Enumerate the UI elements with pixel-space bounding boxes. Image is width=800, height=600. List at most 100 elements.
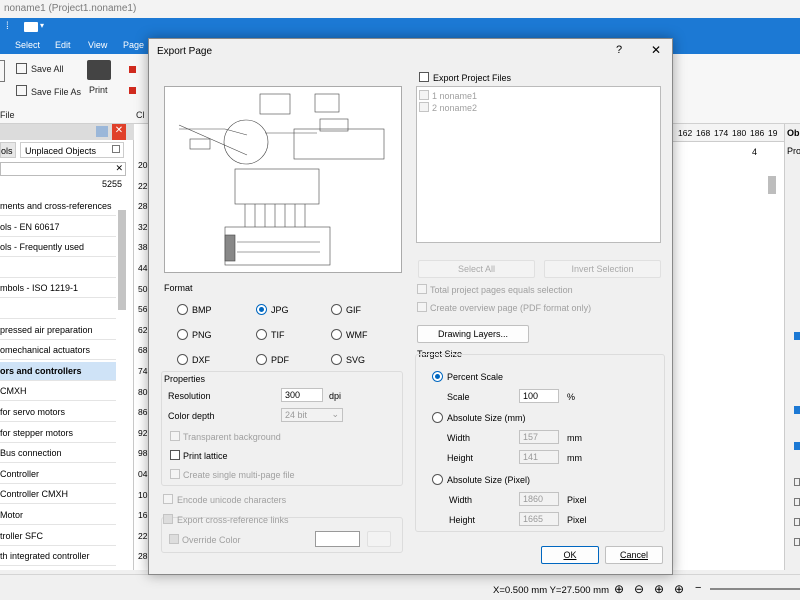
- checkbox[interactable]: [794, 518, 800, 526]
- red-square-icon[interactable]: [129, 66, 136, 73]
- format-radio-wmf[interactable]: [331, 329, 342, 340]
- resolution-input[interactable]: 300: [281, 388, 323, 402]
- list-item[interactable]: for servo motors: [0, 403, 116, 422]
- list-item[interactable]: Motor: [0, 506, 116, 525]
- height-px-input[interactable]: 1665: [519, 512, 559, 526]
- checkbox-checked[interactable]: [794, 442, 800, 450]
- print-lattice-checkbox[interactable]: [170, 450, 180, 460]
- save-file-as-button[interactable]: Save File As: [31, 87, 81, 97]
- checkbox[interactable]: [794, 478, 800, 486]
- overview-page-checkbox[interactable]: [417, 302, 427, 312]
- list-item[interactable]: Bus connection: [0, 444, 116, 464]
- help-button[interactable]: ?: [616, 44, 622, 56]
- list-item[interactable]: for stepper motors: [0, 424, 116, 443]
- document-icon[interactable]: [24, 22, 38, 32]
- object-panel-properties[interactable]: Pro: [787, 146, 800, 156]
- tab-unplaced-objects[interactable]: Unplaced Objects: [20, 142, 124, 158]
- ok-button[interactable]: OK: [541, 546, 599, 564]
- format-label-jpg: JPG: [271, 305, 289, 315]
- width-px-unit: Pixel: [567, 495, 587, 505]
- list-item[interactable]: mbols - ISO 1219-1: [0, 279, 116, 299]
- select-all-button[interactable]: Select All: [418, 260, 535, 278]
- print-button[interactable]: Print: [89, 85, 108, 95]
- zoom-out-icon[interactable]: ⊖: [634, 582, 644, 596]
- ruler-number: 20: [138, 160, 148, 170]
- search-input[interactable]: ✕: [0, 162, 126, 176]
- list-item[interactable]: pressed air preparation: [0, 321, 116, 340]
- zoom-in-icon[interactable]: ⊕: [614, 582, 624, 596]
- export-project-files-checkbox[interactable]: [419, 72, 429, 82]
- height-mm-input[interactable]: 141: [519, 450, 559, 464]
- list-item[interactable]: ols - EN 60617: [0, 218, 116, 237]
- format-radio-gif[interactable]: [331, 304, 342, 315]
- list-item[interactable]: Controller: [0, 465, 116, 484]
- list-item[interactable]: ors and controllers: [0, 361, 116, 381]
- close-icon[interactable]: ✕: [112, 124, 126, 140]
- encode-unicode-checkbox[interactable]: [163, 494, 173, 504]
- format-radio-jpg[interactable]: [256, 304, 267, 315]
- checkbox[interactable]: [794, 538, 800, 546]
- width-px-input[interactable]: 1860: [519, 492, 559, 506]
- project-file-item[interactable]: 1 noname1: [432, 91, 477, 101]
- override-color-picker-button[interactable]: [367, 531, 391, 547]
- menu-page[interactable]: Page: [123, 40, 144, 50]
- project-file-checkbox[interactable]: [419, 90, 429, 100]
- menu-edit[interactable]: Edit: [55, 40, 71, 50]
- list-item[interactable]: troller SFC: [0, 527, 116, 546]
- printer-icon[interactable]: [87, 60, 111, 80]
- clear-search-icon[interactable]: ✕: [115, 163, 123, 174]
- object-panel-tab[interactable]: Ob: [787, 128, 800, 138]
- width-mm-input[interactable]: 157: [519, 430, 559, 444]
- list-item[interactable]: ments and cross-references: [0, 197, 116, 216]
- scrollbar-thumb[interactable]: [118, 210, 126, 310]
- format-radio-bmp[interactable]: [177, 304, 188, 315]
- transparent-background-checkbox[interactable]: [170, 431, 180, 441]
- zoom-page-icon[interactable]: ⊕: [674, 582, 684, 596]
- red-square-icon[interactable]: [129, 87, 136, 94]
- color-depth-select[interactable]: 24 bit ⌄: [281, 408, 343, 422]
- format-radio-png[interactable]: [177, 329, 188, 340]
- scrollbar-thumb[interactable]: [768, 176, 776, 194]
- open-icon[interactable]: [0, 60, 5, 82]
- close-button[interactable]: ✕: [651, 43, 661, 57]
- pin-icon[interactable]: [96, 126, 108, 137]
- project-file-item[interactable]: 2 noname2: [432, 103, 477, 113]
- percent-scale-radio[interactable]: [432, 371, 443, 382]
- format-radio-dxf[interactable]: [177, 354, 188, 365]
- project-file-checkbox[interactable]: [419, 102, 429, 112]
- list-item[interactable]: Controller CMXH: [0, 485, 116, 505]
- list-item[interactable]: [0, 259, 116, 278]
- menu-view[interactable]: View: [88, 40, 107, 50]
- override-color-swatch[interactable]: [315, 531, 360, 547]
- cancel-button[interactable]: Cancel: [605, 546, 663, 564]
- list-item[interactable]: omechanical actuators: [0, 341, 116, 361]
- absolute-size-mm-radio[interactable]: [432, 412, 443, 423]
- zoom-fit-icon[interactable]: ⊕: [654, 582, 664, 596]
- project-files-list[interactable]: 1 noname1 2 noname2: [416, 86, 661, 243]
- total-pages-checkbox[interactable]: [417, 284, 427, 294]
- checkbox-checked[interactable]: [794, 406, 800, 414]
- list-item[interactable]: ols - Frequently used: [0, 238, 116, 258]
- absolute-size-px-radio[interactable]: [432, 474, 443, 485]
- save-all-button[interactable]: Save All: [31, 64, 64, 74]
- single-multipage-checkbox[interactable]: [170, 469, 180, 479]
- list-item[interactable]: [0, 300, 116, 319]
- app-icon[interactable]: ⁞: [6, 21, 16, 33]
- zoom-slider[interactable]: [710, 588, 800, 590]
- list-item[interactable]: CMXH: [0, 382, 116, 402]
- export-cross-reference-checkbox[interactable]: [163, 514, 173, 524]
- scale-input[interactable]: 100: [519, 389, 559, 403]
- checkbox-checked[interactable]: [794, 332, 800, 340]
- format-radio-pdf[interactable]: [256, 354, 267, 365]
- format-radio-svg[interactable]: [331, 354, 342, 365]
- override-color-checkbox[interactable]: [169, 534, 179, 544]
- zoom-slider-minus-icon[interactable]: −: [695, 582, 701, 594]
- format-radio-tif[interactable]: [256, 329, 267, 340]
- menu-select[interactable]: Select: [15, 40, 40, 50]
- list-item[interactable]: th integrated controller: [0, 547, 116, 567]
- tab-symbols[interactable]: ols: [0, 142, 16, 158]
- drawing-layers-button[interactable]: Drawing Layers...: [417, 325, 529, 343]
- checkbox[interactable]: [794, 498, 800, 506]
- chevron-down-icon[interactable]: ▾: [40, 21, 44, 30]
- invert-selection-button[interactable]: Invert Selection: [544, 260, 661, 278]
